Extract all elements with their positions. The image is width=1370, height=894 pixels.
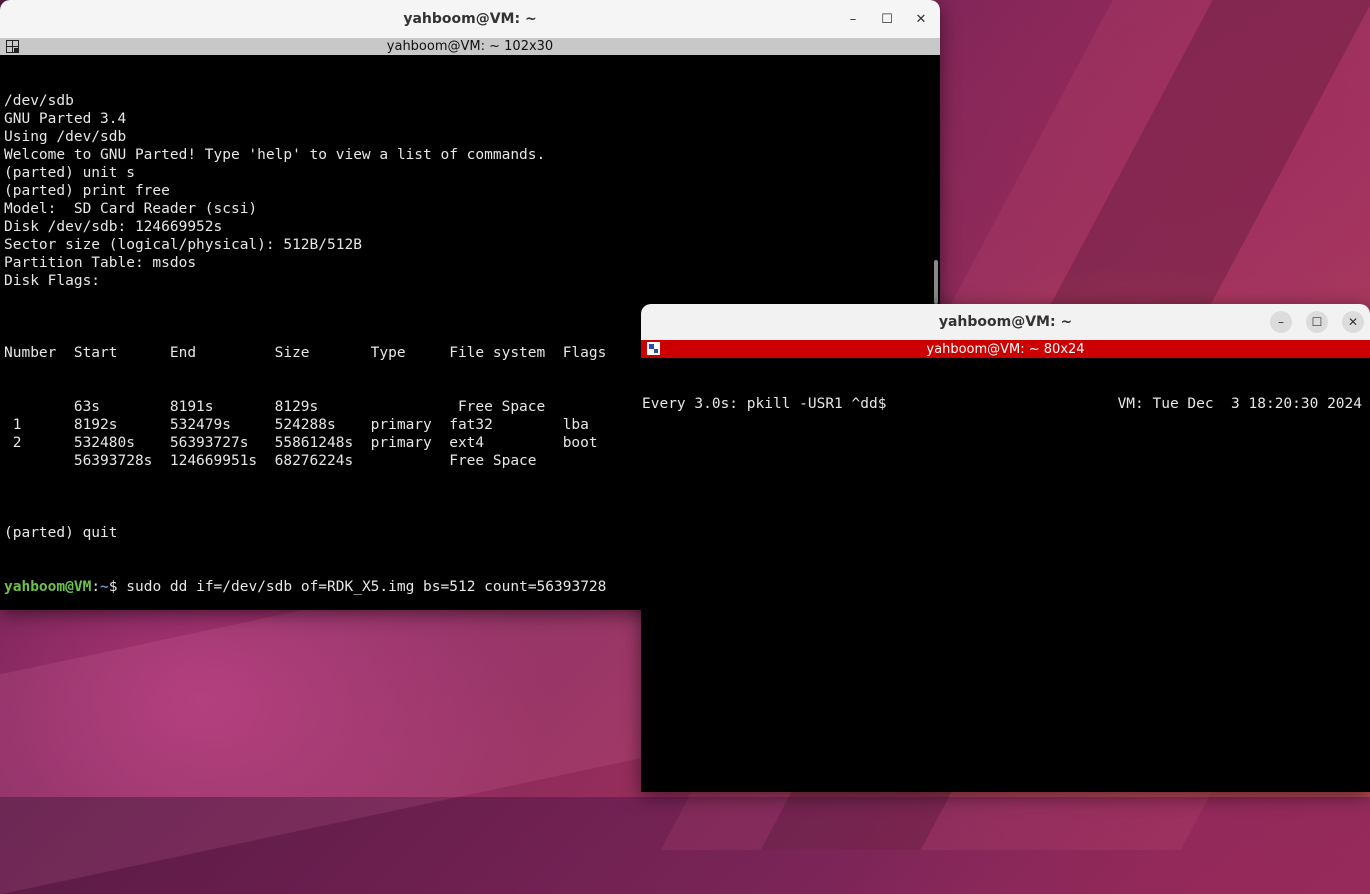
close-button[interactable]: ✕ [1342,311,1364,333]
maximize-button[interactable]: ☐ [874,6,900,32]
terminal-line: Disk Flags: [4,273,101,289]
watch-command: Every 3.0s: pkill -USR1 ^dd$ [642,396,887,412]
terminal-line: Disk /dev/sdb: 124669952s [4,219,223,235]
window-title: yahboom@VM: ~ [403,11,537,27]
terminal-line: Partition Table: msdos [4,255,197,271]
minimize-button[interactable]: – [1270,311,1292,333]
terminal-line: Using /dev/sdb [4,129,127,145]
terminal-line: /dev/sdb [4,93,74,109]
close-button[interactable]: ✕ [908,6,934,32]
terminal-line: Welcome to GNU Parted! Type 'help' to vi… [4,147,546,163]
terminal-subtitle-bar: yahboom@VM: ~ 102x30 [0,38,940,55]
scrollbar[interactable] [934,260,938,304]
terminal-subtitle-bar: yahboom@VM: ~ 80x24 [641,340,1370,358]
terminal-size-label: yahboom@VM: ~ 80x24 [926,341,1085,357]
terminal-menu-icon[interactable] [647,342,660,355]
prompt-symbol: $ [108,579,127,595]
titlebar[interactable]: yahboom@VM: ~ – ☐ ✕ [641,304,1370,340]
window-controls: – ☐ ✕ [1264,304,1364,340]
prompt-user: yahboom@VM [4,579,92,595]
terminal-line: GNU Parted 3.4 [4,111,127,127]
terminal-size-label: yahboom@VM: ~ 102x30 [386,39,554,54]
terminal-output[interactable]: Every 3.0s: pkill -USR1 ^dd$ VM: Tue Dec… [641,359,1370,792]
terminal-menu-icon[interactable] [6,40,19,53]
terminal-line: (parted) print free [4,183,170,199]
maximize-button[interactable]: ☐ [1306,311,1328,333]
window-controls: – ☐ ✕ [840,0,934,38]
watch-status: VM: Tue Dec 3 18:20:30 2024 [1117,396,1362,412]
terminal-line: Sector size (logical/physical): 512B/512… [4,237,362,253]
prompt-path: ~ [100,579,109,595]
window-title: yahboom@VM: ~ [938,314,1073,330]
prompt-command: sudo dd if=/dev/sdb of=RDK_X5.img bs=512… [126,579,607,595]
minimize-button[interactable]: – [840,6,866,32]
terminal-line: (parted) unit s [4,165,135,181]
titlebar[interactable]: yahboom@VM: ~ – ☐ ✕ [0,0,940,38]
watch-header: Every 3.0s: pkill -USR1 ^dd$ VM: Tue Dec… [642,395,1370,413]
prompt-colon: : [91,579,101,595]
terminal-line: Model: SD Card Reader (scsi) [4,201,258,217]
terminal-window-watch[interactable]: yahboom@VM: ~ – ☐ ✕ yahboom@VM: ~ 80x24 … [641,304,1370,792]
